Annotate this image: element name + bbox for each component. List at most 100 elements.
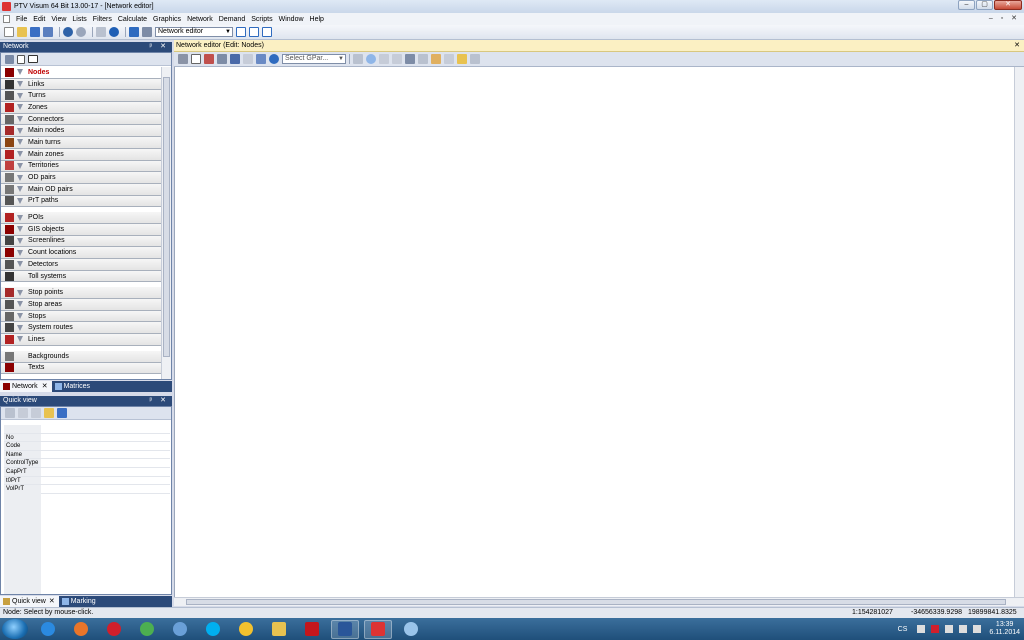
editor-horizontal-scrollbar[interactable]	[174, 597, 1024, 606]
menu-lists[interactable]: Lists	[69, 16, 89, 23]
network-object-count-location[interactable]: Count locations	[1, 247, 161, 259]
editor-vertical-scrollbar[interactable]	[1014, 67, 1024, 597]
network-object-poi[interactable]: POIs	[1, 212, 161, 224]
quick-view-value[interactable]	[41, 468, 170, 476]
tile-vertical-icon[interactable]	[262, 27, 272, 37]
filter-icon[interactable]	[17, 289, 23, 296]
filter-icon[interactable]	[17, 81, 23, 88]
window-list-icon[interactable]	[142, 27, 152, 37]
document-icon[interactable]	[3, 15, 10, 23]
quick-view-row[interactable]: CapPrT	[4, 467, 170, 477]
tile-horizontal-icon[interactable]	[249, 27, 259, 37]
view-select[interactable]: Network editor ▼	[155, 27, 233, 37]
settings-icon[interactable]	[470, 54, 480, 64]
network-object-line[interactable]: Lines	[1, 334, 161, 346]
network-object-od-pair[interactable]: OD pairs	[1, 172, 161, 184]
redo-icon[interactable]	[76, 27, 86, 37]
network-object-background[interactable]: Backgrounds	[1, 350, 161, 363]
network-object-turn[interactable]: Turns	[1, 90, 161, 103]
network-object-prt-path[interactable]: PrT paths	[1, 195, 161, 208]
quick-view-value[interactable]	[41, 459, 170, 467]
network-canvas[interactable]	[174, 67, 1014, 597]
network-list-scrollbar[interactable]	[161, 67, 171, 379]
filter-icon[interactable]	[17, 197, 23, 204]
filter-icon[interactable]	[17, 261, 23, 268]
filter-icon[interactable]	[17, 186, 23, 193]
quick-view-value[interactable]	[41, 477, 170, 485]
network-object-main-turn[interactable]: Main turns	[1, 137, 161, 149]
filter-icon[interactable]	[17, 336, 23, 343]
taskbar-chrome[interactable]	[133, 620, 161, 639]
taskbar-opera[interactable]	[100, 620, 128, 639]
mdi-window-controls[interactable]: – ▫ ✕	[989, 14, 1020, 22]
next-view-icon[interactable]	[392, 54, 402, 64]
filter-icon[interactable]	[17, 313, 23, 320]
close-icon[interactable]: ✕	[42, 381, 48, 392]
edit-mode-icon[interactable]	[28, 55, 38, 63]
filter-icon[interactable]	[204, 54, 214, 64]
filter-icon[interactable]	[17, 237, 23, 244]
arrow-down-icon[interactable]	[96, 27, 106, 37]
move-icon[interactable]	[5, 54, 14, 64]
network-object-connector[interactable]: Connectors	[1, 113, 161, 126]
flag-icon[interactable]	[945, 625, 954, 633]
previous-view-icon[interactable]	[379, 54, 389, 64]
clock[interactable]: 13:39 6.11.2014	[989, 621, 1020, 637]
language-indicator[interactable]: CS	[898, 626, 908, 633]
network-object-detector[interactable]: Detectors	[1, 259, 161, 271]
menu-scripts[interactable]: Scripts	[248, 16, 275, 23]
quick-view-row[interactable]: ControlType	[4, 459, 170, 468]
network-object-node[interactable]: Nodes	[1, 67, 161, 79]
info-icon[interactable]	[109, 27, 119, 37]
menu-graphics[interactable]: Graphics	[150, 16, 184, 23]
menu-demand[interactable]: Demand	[216, 16, 248, 23]
quick-view-row[interactable]: Name	[4, 450, 170, 460]
filter-icon[interactable]	[17, 139, 23, 146]
menu-window[interactable]: Window	[276, 16, 307, 23]
filter-icon[interactable]	[17, 214, 23, 221]
network-object-main-od-pair[interactable]: Main OD pairs	[1, 183, 161, 196]
taskbar-visum[interactable]	[364, 619, 392, 639]
filter-icon[interactable]	[17, 127, 23, 134]
save-as-icon[interactable]	[43, 27, 53, 37]
menu-view[interactable]: View	[48, 16, 69, 23]
maximize-button[interactable]: ▢	[976, 0, 993, 10]
network-object-toll-system[interactable]: Toll systems	[1, 270, 161, 283]
network-object-system-route[interactable]: System routes	[1, 322, 161, 335]
tab-network[interactable]: Network ✕	[0, 381, 52, 392]
network-object-stop-point[interactable]: Stop points	[1, 287, 161, 300]
quick-view-value[interactable]	[41, 485, 170, 493]
filter-icon[interactable]	[17, 92, 23, 99]
filter-icon[interactable]	[17, 226, 23, 233]
globe-icon[interactable]	[269, 54, 279, 64]
print-icon[interactable]	[178, 54, 188, 64]
filter-icon[interactable]	[17, 151, 23, 158]
volume-icon[interactable]	[973, 625, 982, 633]
import-icon[interactable]	[129, 27, 139, 37]
close-button[interactable]: ✕	[994, 0, 1022, 10]
filter-icon[interactable]	[17, 104, 23, 111]
scrollbar-thumb[interactable]	[186, 599, 1006, 605]
graphic-params-icon[interactable]	[217, 54, 227, 64]
filter-icon[interactable]	[17, 324, 23, 331]
taskbar-paint[interactable]	[397, 620, 425, 639]
gpar-select[interactable]: Select GPar... ▼	[282, 54, 346, 64]
pan-hand-icon[interactable]	[431, 54, 441, 64]
taskbar-explorer[interactable]	[265, 620, 293, 639]
network-object-screenline[interactable]: Screenlines	[1, 235, 161, 248]
network-object-main-zone[interactable]: Main zones	[1, 148, 161, 161]
zoom-all-icon[interactable]	[353, 54, 363, 64]
start-button[interactable]	[2, 619, 28, 639]
new-file-icon[interactable]	[4, 27, 14, 37]
paste-icon[interactable]	[31, 408, 41, 418]
quick-view-row[interactable]: No	[4, 433, 170, 443]
menu-network[interactable]: Network	[184, 16, 216, 23]
tray-arrow-icon[interactable]	[917, 625, 926, 633]
open-folder-icon[interactable]	[44, 408, 54, 418]
taskbar-ie[interactable]	[34, 620, 62, 639]
taskbar-messenger[interactable]	[232, 620, 260, 639]
network-object-zone[interactable]: Zones	[1, 102, 161, 114]
copy-icon[interactable]	[18, 408, 28, 418]
menu-file[interactable]: File	[13, 16, 30, 23]
tab-marking[interactable]: Marking	[59, 596, 100, 607]
